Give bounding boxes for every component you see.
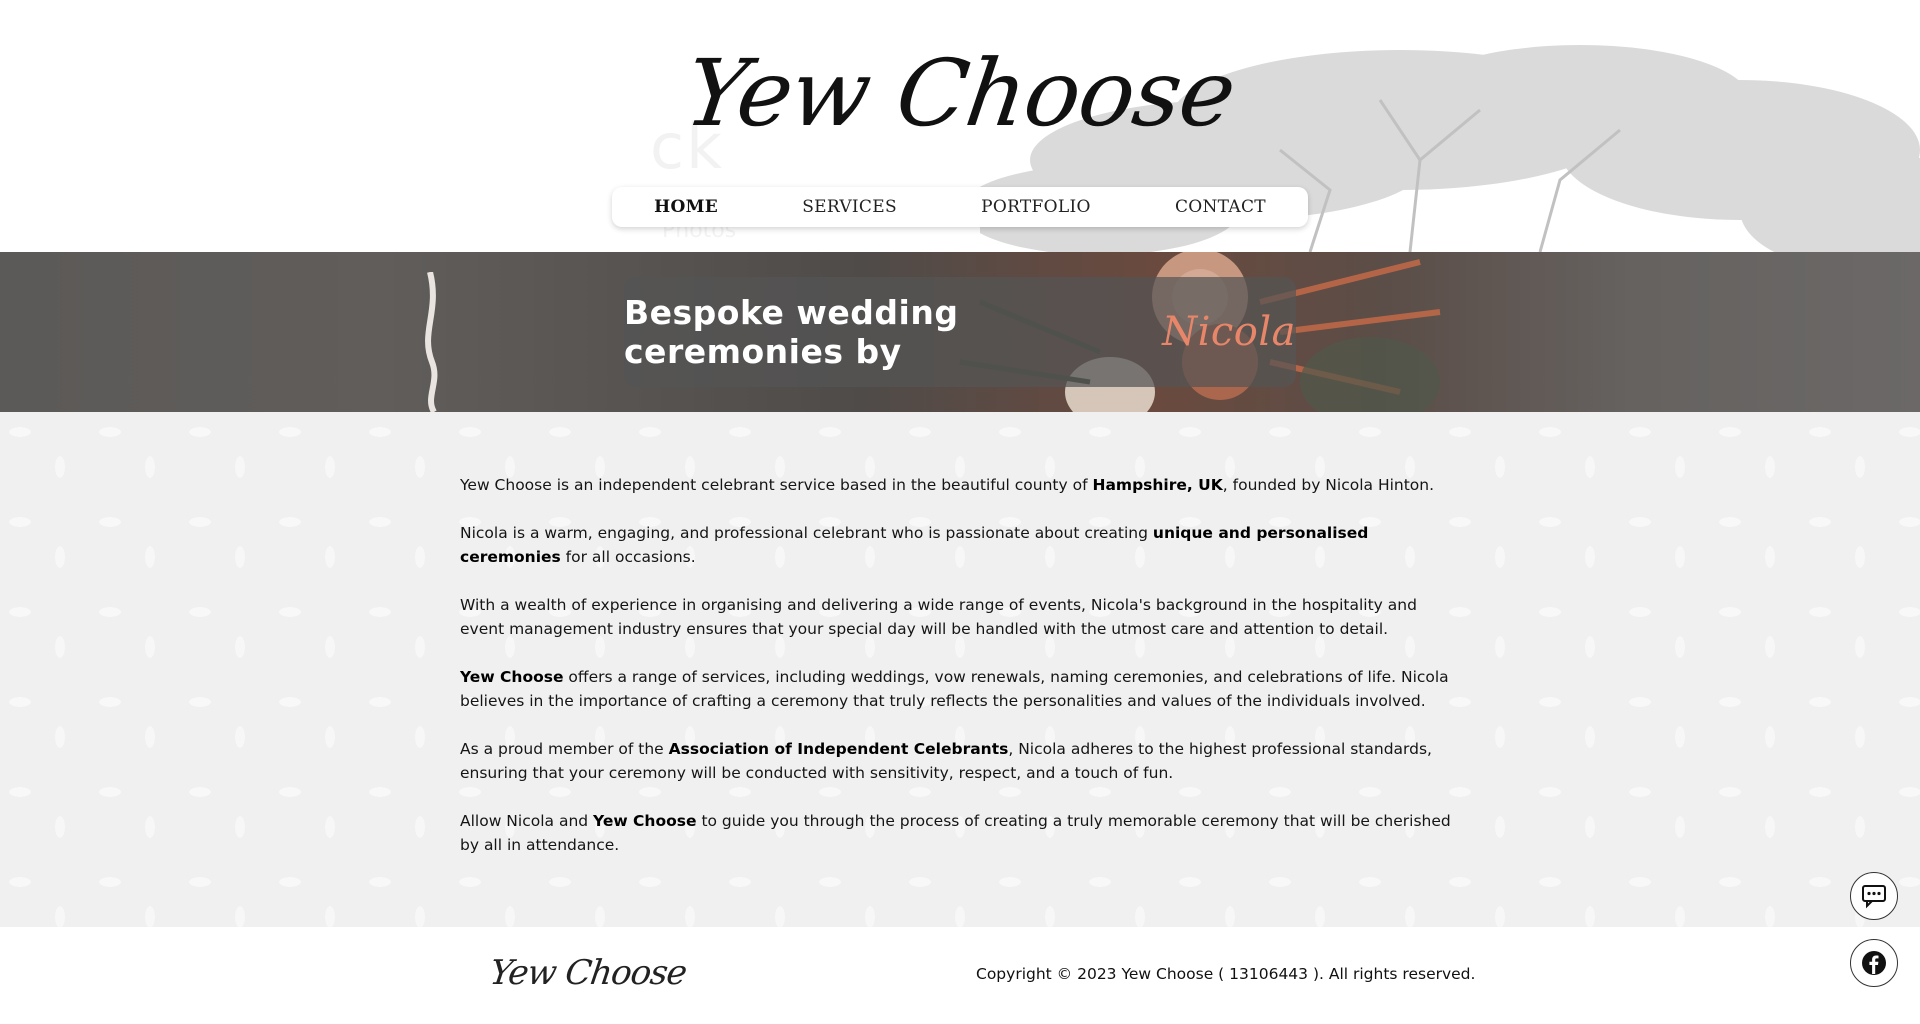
facebook-icon <box>1862 951 1886 975</box>
hero-tagline: Bespoke wedding ceremonies by <box>624 293 959 371</box>
copyright-text: Copyright © 2023 Yew Choose ( 13106443 )… <box>976 965 1476 983</box>
paragraph: Yew Choose offers a range of services, i… <box>460 668 1449 710</box>
main-nav: HOME SERVICES PORTFOLIO CONTACT <box>612 187 1308 227</box>
paragraph: With a wealth of experience in organisin… <box>460 596 1417 638</box>
about-text: Yew Choose is an independent celebrant s… <box>460 473 1460 881</box>
nav-home[interactable]: HOME <box>654 197 718 217</box>
chat-button[interactable] <box>1850 872 1898 920</box>
site-header: ck Photos Yew Choose HOME SERVICES PORTF… <box>0 0 1920 252</box>
hero-tagline-name: Nicola <box>1162 309 1296 355</box>
nav-contact[interactable]: CONTACT <box>1175 197 1266 217</box>
paragraph: Nicola is a warm, engaging, and professi… <box>460 524 1369 566</box>
nav-services[interactable]: SERVICES <box>802 197 897 217</box>
chat-bubble-icon <box>1862 885 1886 909</box>
site-logo[interactable]: Yew Choose <box>0 40 1920 147</box>
leaf-decoration <box>425 272 438 412</box>
footer-logo[interactable]: Yew Choose <box>487 953 689 993</box>
paragraph: Allow Nicola and Yew Choose to guide you… <box>460 812 1451 854</box>
paragraph: As a proud member of the Association of … <box>460 740 1432 782</box>
nav-portfolio[interactable]: PORTFOLIO <box>981 197 1091 217</box>
paragraph: Yew Choose is an independent celebrant s… <box>460 476 1435 494</box>
hero-tagline-box: Bespoke wedding ceremonies by Nicola <box>624 277 1296 387</box>
site-footer: Yew Choose Copyright © 2023 Yew Choose (… <box>0 927 1920 1024</box>
facebook-button[interactable] <box>1850 939 1898 987</box>
